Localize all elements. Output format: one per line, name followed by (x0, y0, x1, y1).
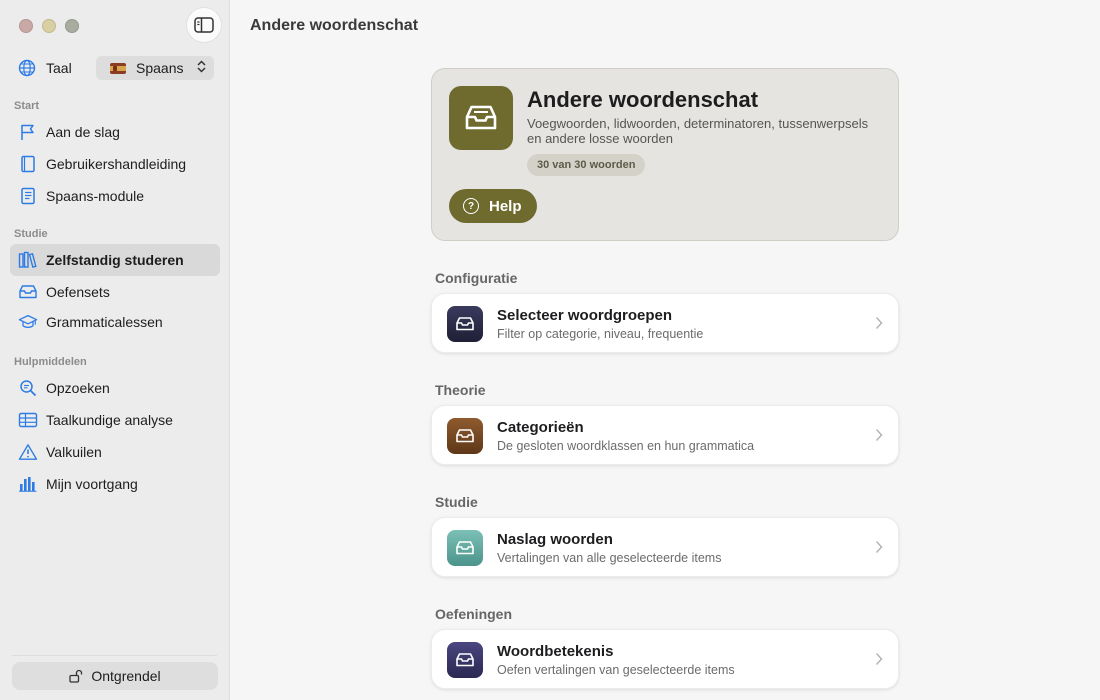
tray-icon (447, 530, 483, 566)
zoom-window-button[interactable] (65, 19, 79, 33)
close-window-button[interactable] (19, 19, 33, 33)
card-title: Selecteer woordgroepen (497, 307, 673, 324)
unlock-icon (69, 669, 83, 683)
group-heading-studie: Studie (435, 494, 478, 510)
globe-icon (18, 59, 36, 77)
card-naslag-woorden[interactable]: Naslag woorden Vertalingen van alle gese… (431, 517, 899, 577)
bar-chart-icon (18, 474, 38, 494)
sidebar-item-taalkundige-analyse[interactable]: Taalkundige analyse (10, 404, 220, 436)
group-heading-configuratie: Configuratie (435, 270, 518, 286)
hero-card: Andere woordenschat Voegwoorden, lidwoor… (431, 68, 899, 241)
unlock-button[interactable]: Ontgrendel (12, 662, 218, 690)
card-selecteer-woordgroepen[interactable]: Selecteer woordgroepen Filter op categor… (431, 293, 899, 353)
tray-icon (447, 306, 483, 342)
chevron-right-icon (875, 316, 883, 330)
word-count-badge: 30 van 30 woorden (527, 154, 646, 176)
sidebar: Taal Spaans Start Aan de slag Gebruikers… (0, 0, 230, 700)
sidebar-item-label: Valkuilen (46, 444, 102, 460)
sidebar-item-spaans-module[interactable]: Spaans-module (10, 180, 220, 212)
section-heading-start: Start (14, 100, 40, 112)
app-window: Taal Spaans Start Aan de slag Gebruikers… (0, 0, 1100, 700)
magnifier-icon (18, 378, 38, 398)
sidebar-item-label: Opzoeken (46, 380, 110, 396)
sidebar-item-label: Taalkundige analyse (46, 412, 173, 428)
question-circle-icon: ? (463, 198, 479, 214)
tray-icon (447, 642, 483, 678)
tray-icon (447, 418, 483, 454)
chevron-right-icon (875, 540, 883, 554)
card-woordbetekenis[interactable]: Woordbetekenis Oefen vertalingen van ges… (431, 629, 899, 689)
sidebar-item-zelfstandig-studeren[interactable]: Zelfstandig studeren (10, 244, 220, 276)
help-label: Help (489, 197, 522, 215)
card-categorieen[interactable]: Categorieën De gesloten woordklassen en … (431, 405, 899, 465)
section-heading-tools: Hulpmiddelen (14, 356, 87, 368)
card-title: Woordbetekenis (497, 643, 614, 660)
updown-chevron-icon (197, 60, 206, 76)
sidebar-toggle-icon (194, 17, 214, 33)
sidebar-item-valkuilen[interactable]: Valkuilen (10, 436, 220, 468)
tray-icon (18, 282, 38, 302)
tray-icon (449, 86, 513, 150)
language-row: Taal Spaans (18, 56, 214, 80)
sidebar-item-label: Gebruikershandleiding (46, 156, 187, 172)
minimize-window-button[interactable] (42, 19, 56, 33)
section-heading-study: Studie (14, 228, 48, 240)
spain-flag-icon (110, 62, 126, 74)
sidebar-toggle-button[interactable] (186, 7, 222, 43)
warning-icon (18, 442, 38, 462)
unlock-label: Ontgrendel (91, 668, 161, 684)
main-content: Andere woordenschat Andere woordenschat … (230, 0, 1100, 700)
language-select-value: Spaans (136, 60, 184, 76)
card-subtitle: Oefen vertalingen van geselecteerde item… (497, 663, 735, 677)
sidebar-item-label: Spaans-module (46, 188, 145, 204)
sidebar-item-gebruikershandleiding[interactable]: Gebruikershandleiding (10, 148, 220, 180)
sidebar-item-label: Aan de slag (46, 124, 120, 140)
hero-description: Voegwoorden, lidwoorden, determinatoren,… (527, 116, 869, 146)
card-subtitle: Vertalingen van alle geselecteerde items (497, 551, 722, 565)
sidebar-item-label: Mijn voortgang (46, 476, 138, 492)
books-icon (18, 250, 38, 270)
language-select[interactable]: Spaans (96, 56, 214, 80)
sidebar-item-grammaticalessen[interactable]: Grammaticalessen (10, 306, 220, 338)
graduation-cap-icon (18, 312, 38, 332)
group-heading-theorie: Theorie (435, 382, 486, 398)
group-heading-oefeningen: Oefeningen (435, 606, 513, 622)
card-title: Naslag woorden (497, 531, 613, 548)
sidebar-item-label: Zelfstandig studeren (46, 252, 184, 268)
chevron-right-icon (875, 428, 883, 442)
window-controls (19, 19, 79, 33)
sidebar-item-mijn-voortgang[interactable]: Mijn voortgang (10, 468, 220, 500)
card-subtitle: De gesloten woordklassen en hun grammati… (497, 439, 755, 453)
card-title: Categorieën (497, 419, 584, 436)
card-subtitle: Filter op categorie, niveau, frequentie (497, 327, 704, 341)
book-icon (18, 154, 38, 174)
language-label: Taal (46, 60, 72, 76)
sidebar-item-aan-de-slag[interactable]: Aan de slag (10, 116, 220, 148)
module-book-icon (18, 186, 38, 206)
sidebar-item-label: Grammaticalessen (46, 314, 163, 330)
page-title: Andere woordenschat (250, 17, 419, 34)
flag-icon (18, 122, 38, 142)
table-icon (18, 410, 38, 430)
sidebar-item-oefensets[interactable]: Oefensets (10, 276, 220, 308)
help-button[interactable]: ? Help (449, 189, 537, 223)
chevron-right-icon (875, 652, 883, 666)
sidebar-item-label: Oefensets (46, 284, 110, 300)
sidebar-divider (12, 655, 217, 656)
sidebar-item-opzoeken[interactable]: Opzoeken (10, 372, 220, 404)
hero-title: Andere woordenschat (527, 87, 759, 112)
